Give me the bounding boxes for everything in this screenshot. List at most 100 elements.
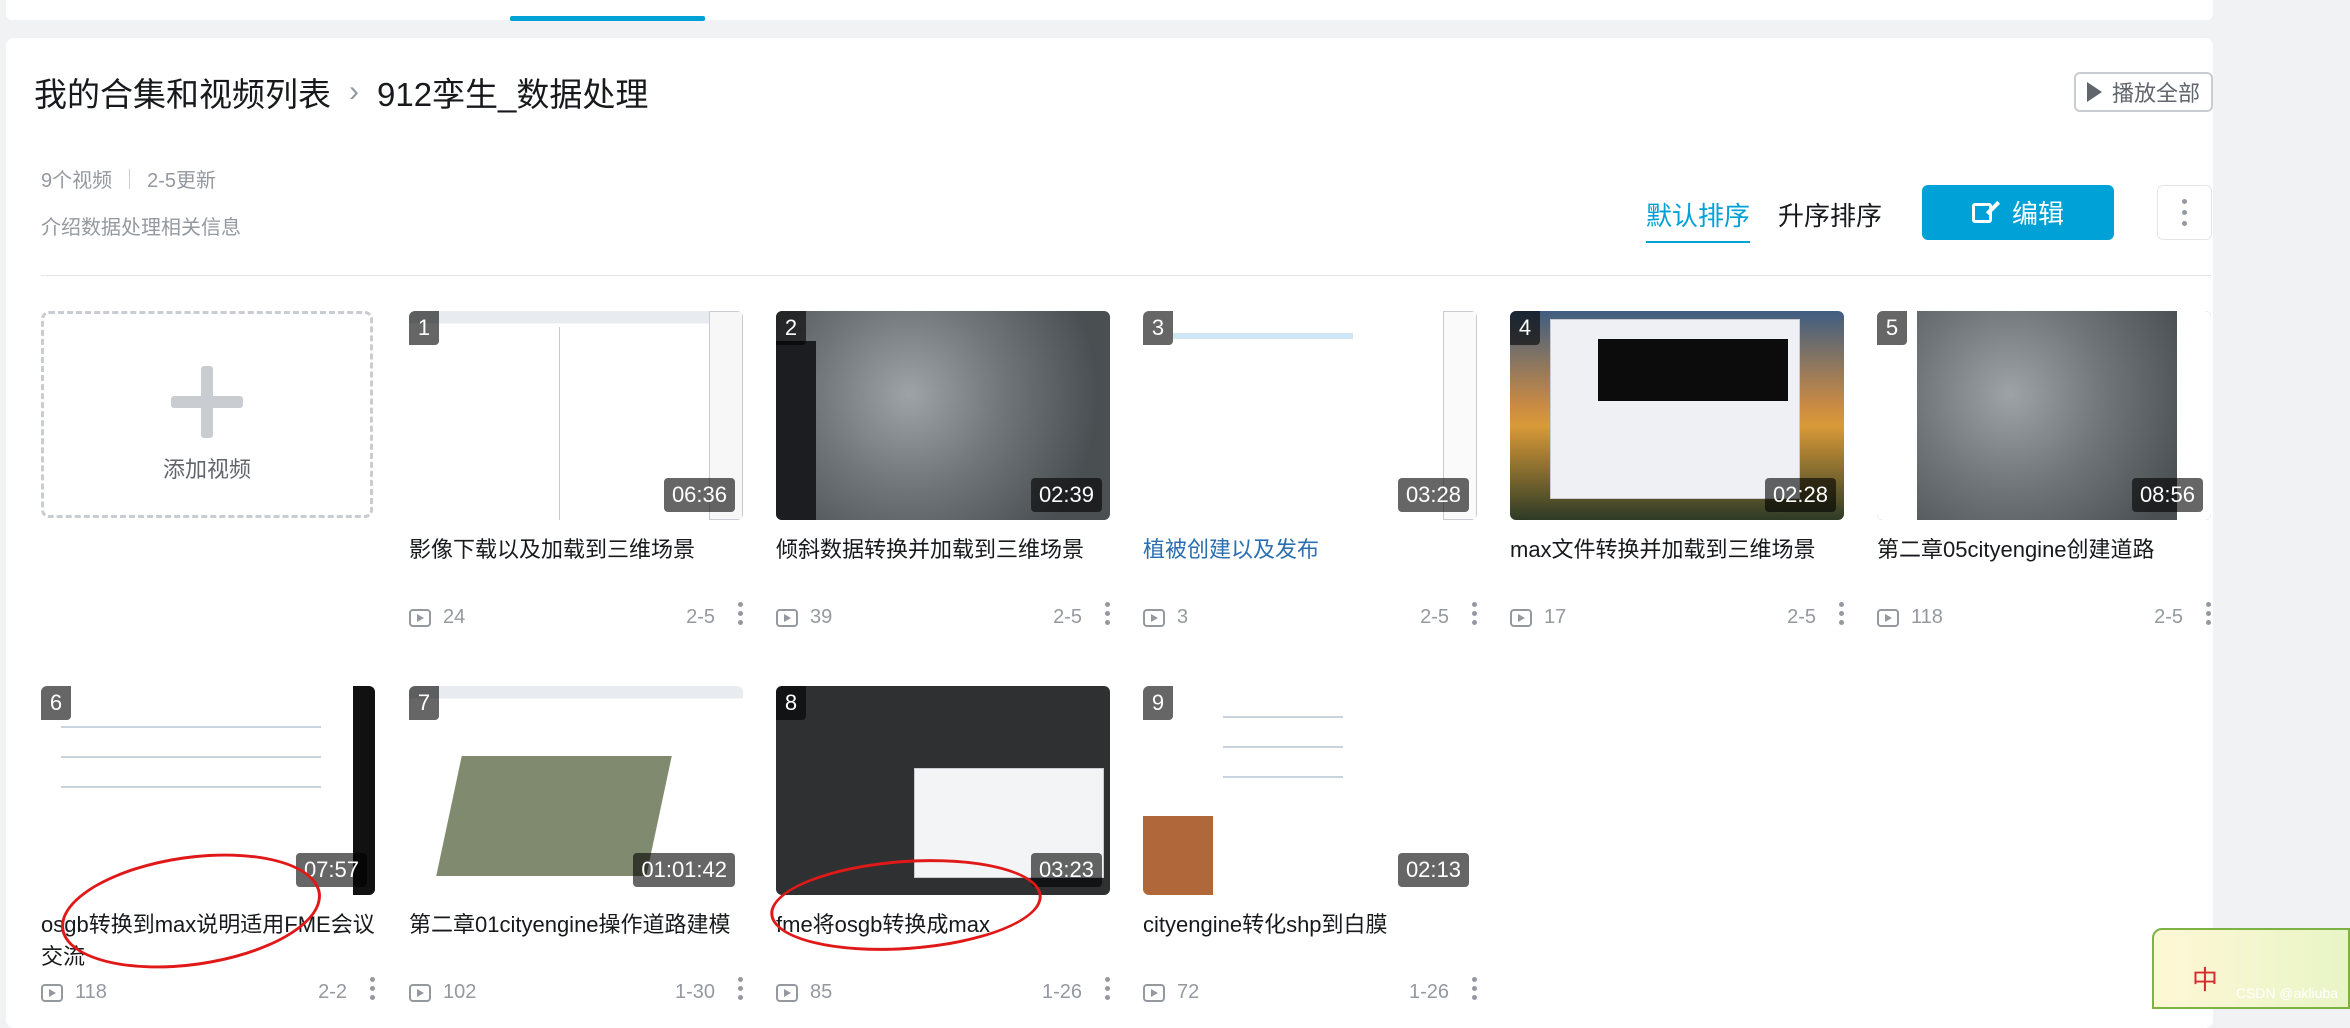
top-tab-bar [6, 0, 2213, 21]
video-thumbnail[interactable]: 5 08:56 [1877, 311, 2211, 520]
video-card[interactable]: 7 01:01:42 第二章01cityengine操作道路建模 [409, 686, 743, 973]
video-duration: 08:56 [2131, 478, 2203, 512]
more-dot [2182, 221, 2187, 226]
add-video-button[interactable]: 添加视频 [41, 311, 373, 518]
video-card[interactable]: 3 03:28 植被创建以及发布 [1143, 311, 1477, 598]
video-date: 2-2 [318, 981, 347, 1003]
sort-asc-tab[interactable]: 升序排序 [1778, 196, 1882, 233]
more-dot [2182, 210, 2187, 215]
video-index: 5 [1877, 311, 1907, 345]
video-index: 6 [41, 686, 71, 720]
video-card[interactable]: 9 02:13 cityengine转化shp到白膜 [1143, 686, 1477, 973]
video-title[interactable]: 影像下载以及加载到三维场景 [409, 534, 743, 598]
video-stats: 24 2-5 [409, 602, 743, 629]
breadcrumb: 我的合集和视频列表 › 912孪生_数据处理 [34, 72, 648, 113]
edit-button[interactable]: 编辑 [1922, 185, 2114, 240]
corner-badge[interactable]: 中 CSDN @akliuba [2152, 928, 2350, 1009]
thumbnail-content [559, 327, 560, 520]
video-thumbnail[interactable]: 7 01:01:42 [409, 686, 743, 895]
video-title[interactable]: 第二章01cityengine操作道路建模 [409, 909, 743, 973]
video-title[interactable]: 倾斜数据转换并加载到三维场景 [776, 534, 1110, 598]
video-date: 2-5 [2154, 606, 2183, 628]
chevron-right-icon: › [349, 75, 359, 108]
video-date: 2-5 [1053, 606, 1082, 628]
video-count: 9个视频 [41, 170, 113, 192]
video-more-icon[interactable] [2206, 602, 2211, 625]
play-count-icon [1510, 608, 1532, 627]
video-card[interactable]: 4 02:28 max文件转换并加载到三维场景 [1510, 311, 1844, 598]
video-thumbnail[interactable]: 2 02:39 [776, 311, 1110, 520]
sort-default-tab[interactable]: 默认排序 [1646, 196, 1751, 243]
video-more-icon[interactable] [370, 977, 375, 1000]
video-duration: 06:36 [663, 478, 735, 512]
video-duration: 03:23 [1030, 853, 1102, 887]
video-stats: 72 1-26 [1143, 977, 1477, 1004]
thumbnail-content [61, 786, 321, 788]
update-date: 2-5更新 [147, 170, 217, 192]
play-count-icon [1143, 983, 1165, 1002]
active-tab-indicator [510, 16, 705, 21]
play-count: 102 [443, 981, 477, 1003]
video-more-icon[interactable] [1105, 602, 1110, 625]
sort-default-label: 默认排序 [1646, 201, 1751, 231]
video-title[interactable]: max文件转换并加载到三维场景 [1510, 534, 1844, 598]
play-count: 17 [1544, 606, 1567, 628]
play-all-label: 播放全部 [2111, 81, 2200, 106]
thumbnail-content [1143, 816, 1213, 895]
video-more-icon[interactable] [1472, 602, 1477, 625]
video-date: 2-5 [686, 606, 715, 628]
play-all-button[interactable]: 播放全部 [2074, 72, 2213, 112]
video-duration: 03:28 [1397, 478, 1469, 512]
video-more-icon[interactable] [1839, 602, 1844, 625]
play-count-icon [776, 608, 798, 627]
thumbnail-content [1223, 746, 1343, 748]
breadcrumb-root[interactable]: 我的合集和视频列表 [34, 68, 331, 116]
play-count: 118 [75, 981, 107, 1003]
video-card[interactable]: 5 08:56 第二章05cityengine创建道路 [1877, 311, 2211, 598]
thumbnail-content [1223, 716, 1343, 718]
video-thumbnail[interactable]: 3 03:28 [1143, 311, 1477, 520]
video-duration: 02:13 [1397, 853, 1469, 887]
sort-active-underline [1646, 241, 1751, 243]
video-index: 2 [776, 311, 806, 345]
play-count-icon [409, 608, 431, 627]
video-date: 2-5 [1787, 606, 1816, 628]
video-more-icon[interactable] [1105, 977, 1110, 1000]
video-index: 3 [1143, 311, 1173, 345]
collection-meta: 9个视频 2-5更新 [41, 164, 216, 193]
video-thumbnail[interactable]: 1 06:36 [409, 311, 743, 520]
video-stats: 3 2-5 [1143, 602, 1477, 629]
thumbnail-content [1598, 339, 1788, 401]
thumbnail-content [1223, 776, 1343, 778]
video-title[interactable]: 第二章05cityengine创建道路 [1877, 534, 2211, 598]
play-count-icon [1877, 608, 1899, 627]
edit-icon [1971, 202, 1992, 223]
thumbnail-content [61, 726, 321, 728]
video-more-icon[interactable] [1472, 977, 1477, 1000]
video-title[interactable]: 植被创建以及发布 [1143, 534, 1477, 598]
video-card[interactable]: 1 06:36 影像下载以及加载到三维场景 [409, 311, 743, 598]
video-thumbnail[interactable]: 9 02:13 [1143, 686, 1477, 895]
video-date: 1-26 [1041, 981, 1082, 1003]
video-index: 4 [1510, 311, 1540, 345]
video-title[interactable]: cityengine转化shp到白膜 [1143, 909, 1477, 973]
thumbnail-content [776, 341, 816, 520]
more-options-button[interactable] [2157, 185, 2212, 240]
video-thumbnail[interactable]: 4 02:28 [1510, 311, 1844, 520]
collection-description: 介绍数据处理相关信息 [41, 217, 241, 239]
thumbnail-content [61, 756, 321, 758]
video-more-icon[interactable] [738, 977, 743, 1000]
badge-char: 中 [2192, 965, 2219, 995]
play-count: 85 [810, 981, 833, 1003]
play-count: 72 [1177, 981, 1200, 1003]
video-stats: 85 1-26 [776, 977, 1110, 1004]
video-duration: 01:01:42 [633, 853, 735, 887]
plus-icon [171, 365, 243, 438]
video-card[interactable]: 2 02:39 倾斜数据转换并加载到三维场景 [776, 311, 1110, 598]
page-title: 912孪生_数据处理 [377, 76, 649, 113]
video-more-icon[interactable] [738, 602, 743, 625]
video-stats: 102 1-30 [409, 977, 743, 1004]
watermark: CSDN @akliuba [2235, 985, 2338, 1001]
meta-divider [129, 168, 131, 189]
play-count: 24 [443, 606, 466, 628]
